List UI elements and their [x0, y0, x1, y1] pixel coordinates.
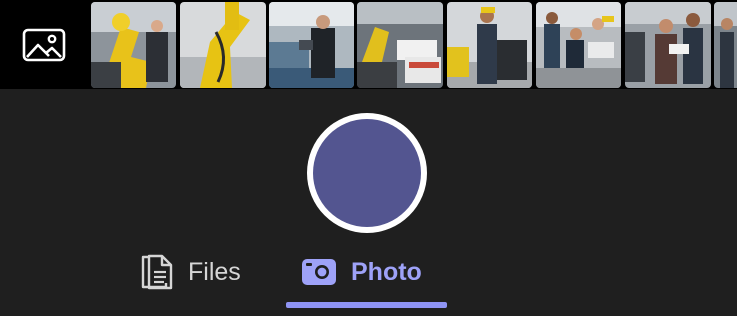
photo-thumbnail[interactable]	[269, 2, 354, 88]
tab-files[interactable]: Files	[140, 250, 241, 294]
selected-tab-indicator	[286, 302, 447, 308]
tab-photo-label: Photo	[351, 257, 422, 286]
shutter-inner	[313, 119, 421, 227]
photo-thumbnail[interactable]	[357, 2, 443, 88]
photo-thumbnail[interactable]	[91, 2, 176, 88]
photo-thumbnail[interactable]	[447, 2, 532, 88]
camera-screen: Files Photo	[0, 0, 737, 316]
document-icon	[141, 254, 173, 290]
photo-thumbnail[interactable]	[625, 2, 711, 88]
photo-thumbnail[interactable]	[180, 2, 266, 88]
photo-thumbnail[interactable]	[714, 2, 737, 88]
recent-photos-strip	[0, 0, 737, 89]
image-gallery-icon	[22, 28, 66, 61]
gallery-button[interactable]	[0, 0, 88, 89]
tab-photo[interactable]: Photo	[301, 250, 422, 294]
shutter-button[interactable]	[307, 113, 427, 233]
tab-files-label: Files	[188, 257, 241, 286]
camera-icon	[302, 259, 336, 285]
photo-thumbnail[interactable]	[536, 2, 621, 88]
